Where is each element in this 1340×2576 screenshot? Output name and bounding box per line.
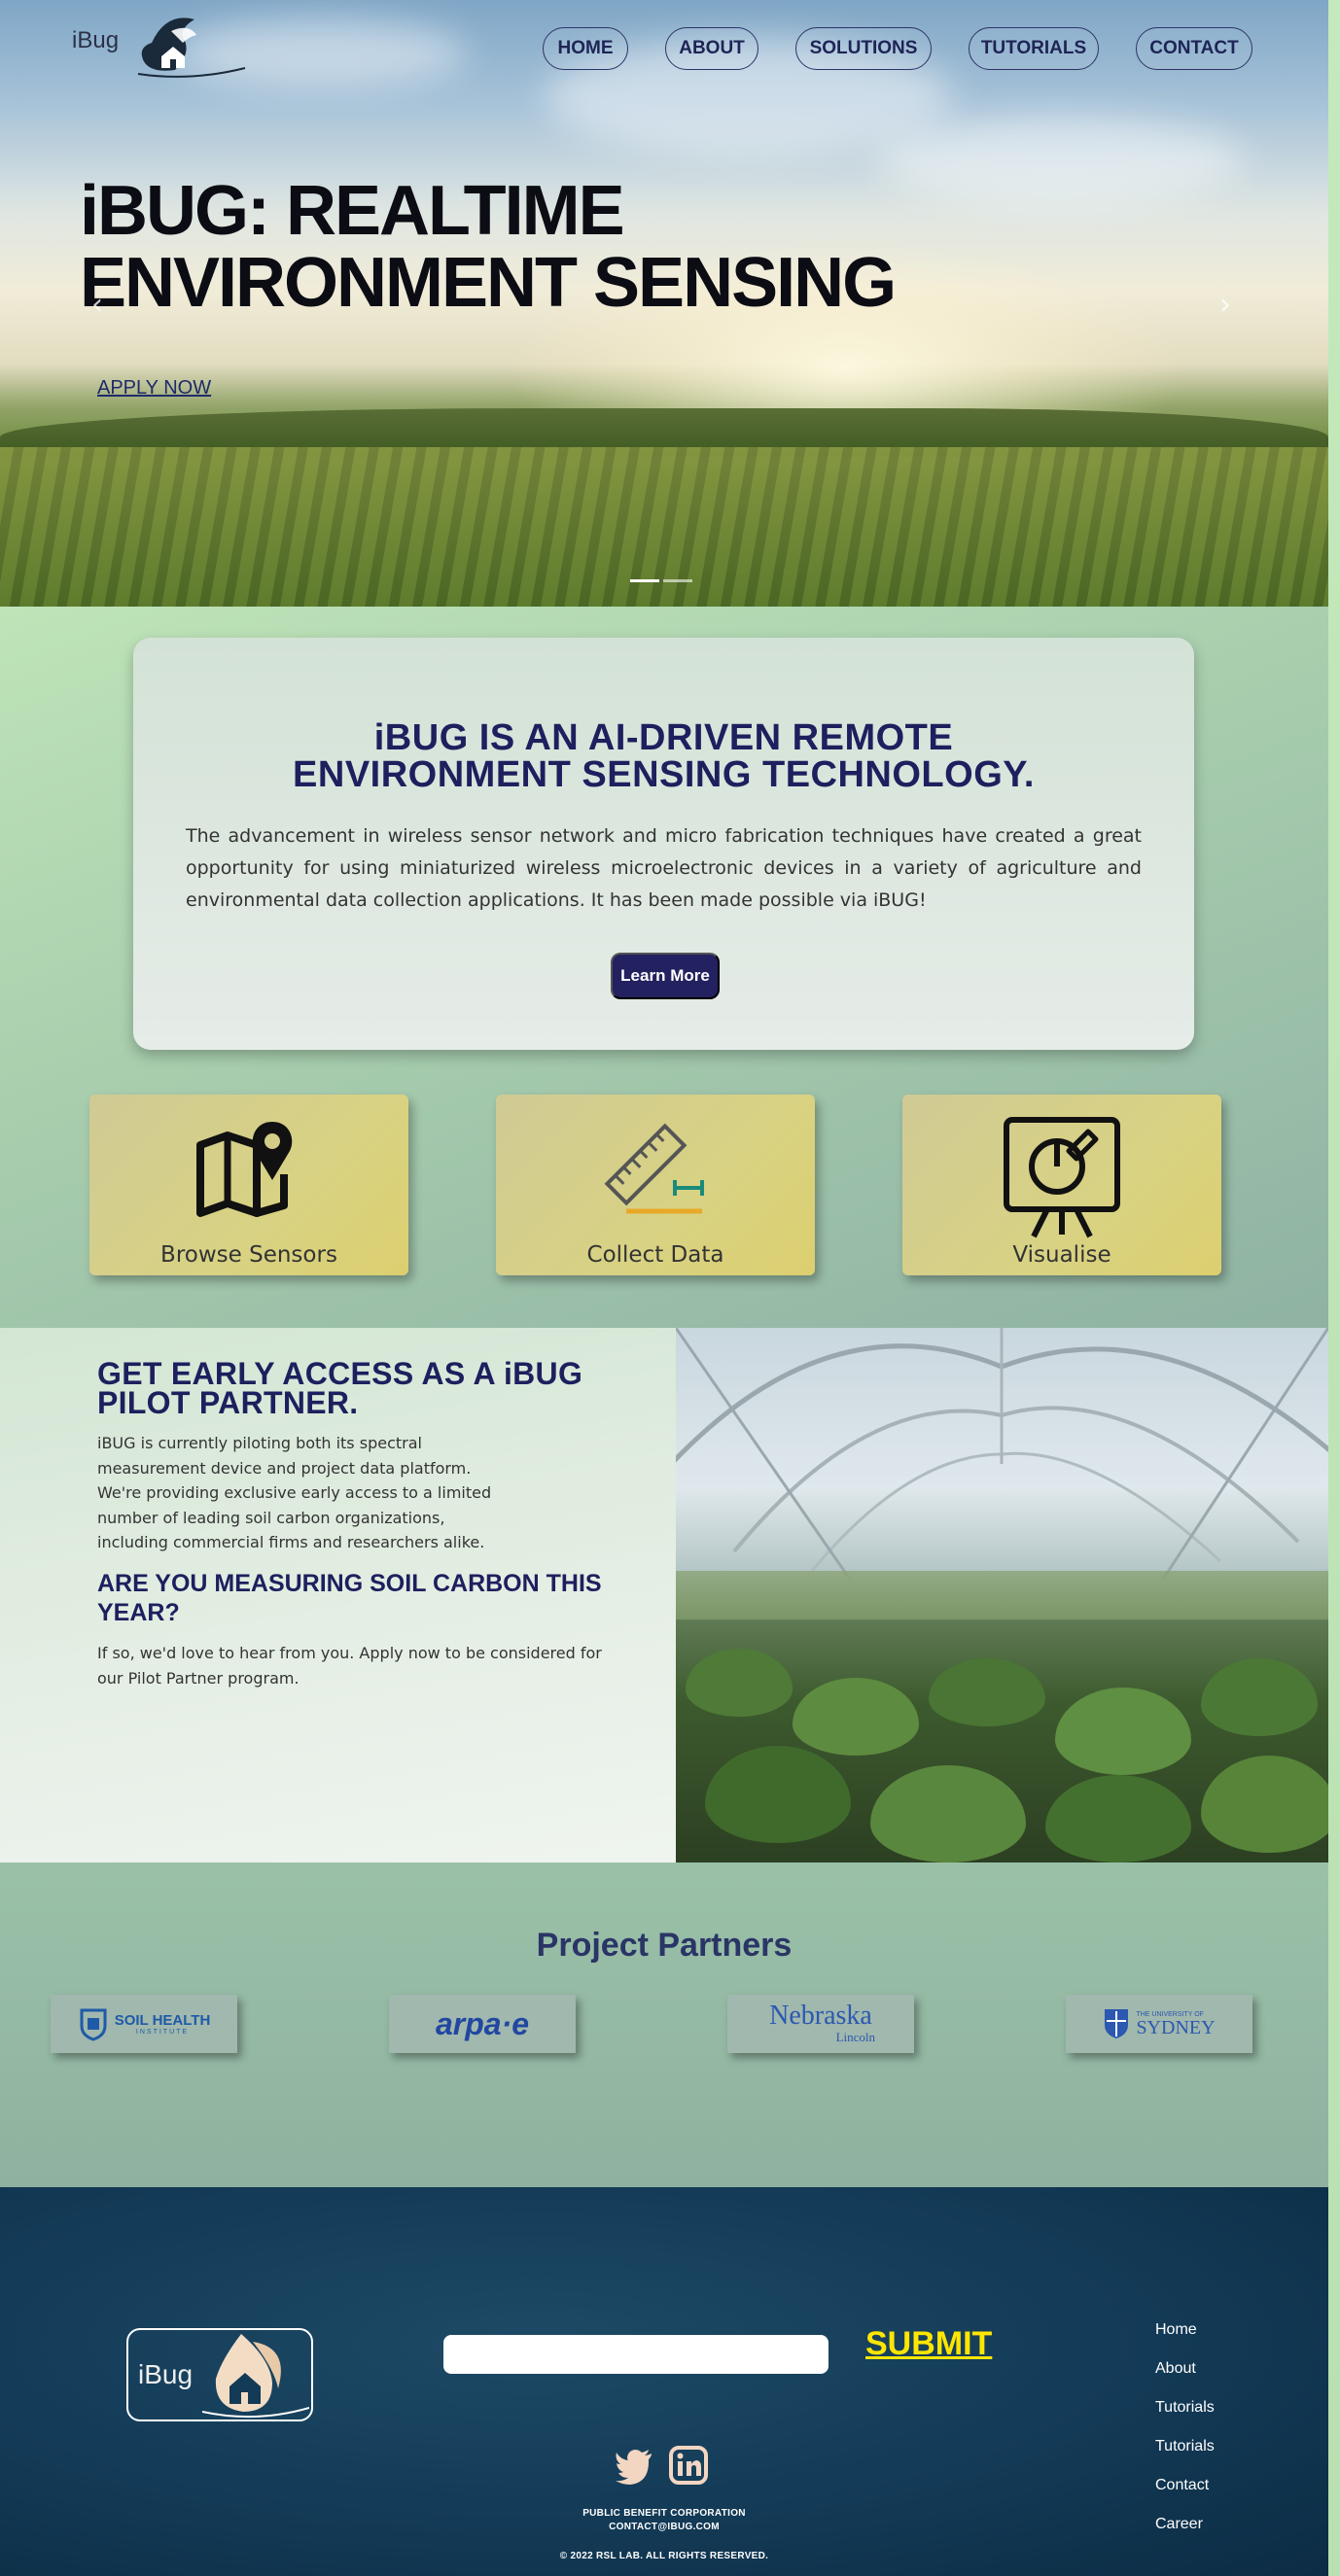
logo-text: iBug [72, 27, 120, 53]
presentation-chart-icon [1004, 1117, 1120, 1238]
house-drop-icon [202, 2334, 309, 2419]
partner-name: arpa·e [435, 2005, 530, 2041]
partner-name: Nebraska [769, 2001, 872, 2031]
feature-visualise[interactable]: Visualise [902, 1095, 1221, 1275]
hero-title: iBUG: REALTIME ENVIRONMENT SENSING [80, 175, 1033, 319]
nav-about[interactable]: ABOUT [665, 27, 758, 70]
nav-tutorials[interactable]: TUTORIALS [969, 27, 1099, 70]
footer-email[interactable]: CONTACT@IBUG.COM [0, 2522, 1328, 2532]
chevron-left-icon[interactable]: ‹ [91, 288, 103, 322]
partner-sydney[interactable]: THE UNIVERSITY OF SYDNEY [1066, 1995, 1252, 2053]
footer-link-tutorials-2[interactable]: Tutorials [1155, 2432, 1215, 2471]
footer-link-contact[interactable]: Contact [1155, 2471, 1215, 2510]
partner-name: SOIL HEALTH [114, 2012, 211, 2029]
footer-logo-text: iBug [138, 2359, 194, 2389]
feature-collect-data[interactable]: Collect Data [496, 1095, 815, 1275]
partner-name: SYDNEY [1136, 2016, 1216, 2038]
slider-dots [630, 579, 692, 582]
hero-title-line1: iBUG: REALTIME [80, 172, 625, 250]
hero-banner: iBug HOME ABOUT SOLUTIONS TUTORIALS CONT… [0, 0, 1328, 607]
site-logo[interactable]: iBug [72, 14, 257, 78]
slide-dot-1[interactable] [630, 579, 659, 582]
hero-title-line2: ENVIRONMENT SENSING [80, 244, 897, 322]
nav-solutions[interactable]: SOLUTIONS [795, 27, 932, 70]
partner-nebraska[interactable]: Nebraska Lincoln [727, 1995, 914, 2053]
footer-link-about[interactable]: About [1155, 2354, 1215, 2393]
partner-subname: INSTITUTE [135, 2029, 190, 2036]
ruler-icon [604, 1123, 704, 1214]
footer-link-tutorials[interactable]: Tutorials [1155, 2393, 1215, 2432]
partners-title: Project Partners [536, 1927, 793, 1964]
slide-dot-2[interactable] [663, 579, 692, 582]
nav-home[interactable]: HOME [543, 27, 628, 70]
soil-carbon-heading: ARE YOU MEASURING SOIL CARBON THIS YEAR? [97, 1570, 602, 1626]
intro-title-line1: iBUG IS AN AI-DRIVEN REMOTE [373, 717, 954, 758]
intro-body: The advancement in wireless sensor netwo… [186, 825, 1142, 911]
crop-field-shade [0, 447, 1328, 607]
partner-soil-health[interactable]: SOIL HEALTH INSTITUTE [51, 1995, 237, 2053]
twitter-icon[interactable] [615, 2446, 653, 2485]
soil-carbon-paragraph: If so, we'd love to hear from you. Apply… [97, 1644, 602, 1688]
greenhouse-image [676, 1328, 1328, 1862]
submit-button[interactable]: SUBMIT [865, 2325, 992, 2363]
chevron-right-icon[interactable]: › [1219, 288, 1231, 322]
learn-more-button[interactable]: Learn More [611, 953, 720, 999]
partner-subname: Lincoln [835, 2030, 875, 2044]
crest-icon [1105, 2009, 1129, 2038]
email-input[interactable] [443, 2335, 829, 2374]
feature-label: Collect Data [586, 1242, 724, 1268]
page-edge [1328, 0, 1340, 2576]
nav-contact[interactable]: CONTACT [1136, 27, 1252, 70]
partners-section: Project Partners SOIL HEALTH INSTITUTE a… [0, 1862, 1328, 2187]
feature-browse-sensors[interactable]: Browse Sensors [89, 1095, 408, 1275]
footer-copyright: © 2022 RSL LAB. ALL RIGHTS RESERVED. [559, 2551, 769, 2561]
apply-now-link[interactable]: APPLY NOW [97, 377, 211, 400]
footer-link-home[interactable]: Home [1155, 2315, 1215, 2354]
footer-corporation: PUBLIC BENEFIT CORPORATION [582, 2508, 746, 2519]
intro-title-line2: ENVIRONMENT SENSING TECHNOLOGY. [293, 754, 1035, 795]
feature-label: Browse Sensors [160, 1242, 337, 1268]
pilot-paragraph: iBUG is currently piloting both its spec… [97, 1434, 492, 1551]
shield-icon [80, 2008, 107, 2041]
intro-card: iBUG IS AN AI-DRIVEN REMOTE ENVIRONMENT … [133, 638, 1194, 1050]
page: iBug HOME ABOUT SOLUTIONS TUTORIALS CONT… [0, 0, 1328, 2576]
map-pin-icon [196, 1122, 293, 1217]
footer-logo[interactable]: iBug [126, 2328, 313, 2421]
house-drop-icon [137, 17, 246, 78]
feature-label: Visualise [1012, 1242, 1111, 1268]
partner-arpa-e[interactable]: arpa·e [389, 1995, 576, 2053]
pilot-section: GET EARLY ACCESS AS A iBUG PILOT PARTNER… [0, 1328, 676, 1862]
linkedin-icon[interactable] [669, 2446, 708, 2485]
intro-title: iBUG IS AN AI-DRIVEN REMOTE ENVIRONMENT … [133, 719, 1194, 793]
pilot-heading: GET EARLY ACCESS AS A iBUG PILOT PARTNER… [97, 1356, 583, 1420]
footer: iBug SUBMIT Home About Tutorials Tutoria… [0, 2187, 1328, 2576]
